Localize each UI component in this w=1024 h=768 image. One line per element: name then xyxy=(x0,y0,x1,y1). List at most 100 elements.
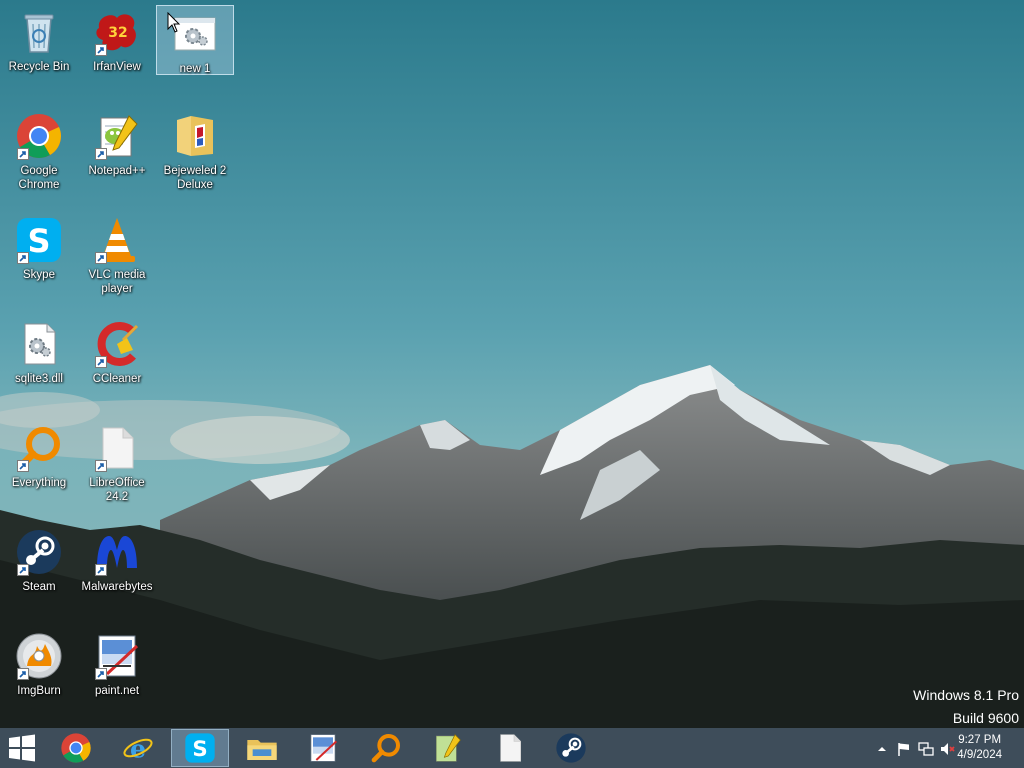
desktop-icon-imgburn[interactable]: ImgBurn xyxy=(0,628,78,728)
taskbar-libreoffice-button[interactable] xyxy=(481,729,539,767)
icon-label: Everything xyxy=(11,477,67,489)
start-button[interactable] xyxy=(0,729,44,767)
icon-label: Recycle Bin xyxy=(8,61,70,73)
everything-search-icon xyxy=(15,424,63,472)
libreoffice-icon xyxy=(500,734,521,762)
shortcut-arrow-icon xyxy=(95,460,107,472)
icon-label: Steam xyxy=(22,581,56,593)
shortcut-arrow-icon xyxy=(95,356,107,368)
clock-time: 9:27 PM xyxy=(958,734,1002,746)
desktop-icon-libreoffice[interactable]: LibreOffice 24.2 xyxy=(78,420,156,520)
clock[interactable]: 9:27 PM 4/9/2024 xyxy=(957,733,1002,763)
icon-label: Malwarebytes xyxy=(81,581,153,593)
network-button[interactable] xyxy=(918,741,934,757)
desktop-icon-vlc[interactable]: VLC media player xyxy=(78,212,156,312)
taskbar-file-explorer-button[interactable] xyxy=(233,729,291,767)
chrome-icon xyxy=(61,733,91,763)
watermark-os: Windows 8.1 Pro xyxy=(913,687,1019,703)
icon-label: LibreOffice 24.2 xyxy=(89,477,145,503)
shortcut-arrow-icon xyxy=(17,148,29,160)
vlc-icon xyxy=(93,216,141,264)
icon-label: CCleaner xyxy=(92,373,142,385)
steam-icon xyxy=(15,528,63,576)
taskbar-paintnet-button[interactable] xyxy=(294,729,352,767)
desktop-icon-malwarebytes[interactable]: Malwarebytes xyxy=(78,524,156,624)
taskbar: e S 9:27 PM 4/9/2024 xyxy=(0,728,1024,768)
ccleaner-icon xyxy=(93,320,141,368)
windows-logo-icon xyxy=(9,734,35,762)
shortcut-arrow-icon xyxy=(95,564,107,576)
desktop-icon-irfanview[interactable]: 32 IrfanView xyxy=(78,4,156,104)
paintnet-icon xyxy=(310,734,338,762)
desktop-icon-everything[interactable]: Everything xyxy=(0,420,78,520)
notepadpp-icon xyxy=(436,734,461,762)
taskbar-internet-explorer-button[interactable]: e xyxy=(109,729,167,767)
chrome-icon xyxy=(15,112,63,160)
ie-icon: e xyxy=(123,733,153,763)
system-tray: 9:27 PM 4/9/2024 xyxy=(844,728,1024,768)
folder-icon xyxy=(247,740,277,760)
taskbar-steam-button[interactable] xyxy=(542,729,600,767)
icon-label: Skype xyxy=(23,269,55,281)
desktop-icon-bejeweled[interactable]: Bejeweled 2 Deluxe xyxy=(156,108,234,208)
action-center-button[interactable] xyxy=(896,741,912,757)
imgburn-icon xyxy=(15,632,63,680)
shortcut-arrow-icon xyxy=(17,564,29,576)
skype-icon: S xyxy=(185,733,215,763)
chevron-up-icon xyxy=(878,747,886,751)
desktop-icon-notepadpp[interactable]: Notepad++ xyxy=(78,108,156,208)
watermark-build: Build 9600 xyxy=(952,710,1019,726)
icon-label: ImgBurn xyxy=(17,685,61,697)
malwarebytes-icon xyxy=(93,528,141,576)
mouse-cursor-icon xyxy=(167,12,181,33)
icon-label: Bejeweled 2 Deluxe xyxy=(163,165,227,191)
desktop-icon-paintnet[interactable]: paint.net xyxy=(78,628,156,728)
desktop-icon-steam[interactable]: Steam xyxy=(0,524,78,624)
paintnet-icon xyxy=(93,632,141,680)
svg-text:e: e xyxy=(130,733,146,763)
irfanview-badge: 32 xyxy=(108,25,127,41)
irfanview-icon: 32 xyxy=(93,8,141,56)
taskbar-skype-button[interactable]: S xyxy=(171,729,229,767)
volume-button[interactable] xyxy=(940,741,956,757)
libreoffice-icon xyxy=(93,424,141,472)
notepadpp-icon xyxy=(93,112,141,160)
volume-muted-icon xyxy=(941,743,955,755)
shortcut-arrow-icon xyxy=(17,460,29,472)
svg-text:S: S xyxy=(192,737,207,762)
icon-label: Google Chrome xyxy=(18,165,60,191)
svg-text:S: S xyxy=(27,222,50,260)
taskbar-chrome-button[interactable] xyxy=(47,729,105,767)
shortcut-arrow-icon xyxy=(95,668,107,680)
folder-icon xyxy=(171,112,219,160)
desktop-icon-sqlite3-dll[interactable]: sqlite3.dll xyxy=(0,316,78,416)
icon-label: sqlite3.dll xyxy=(15,373,63,385)
shortcut-arrow-icon xyxy=(17,252,29,264)
shortcut-arrow-icon xyxy=(95,252,107,264)
flag-icon xyxy=(898,743,909,756)
icon-label: VLC media player xyxy=(88,269,146,295)
windows-version-watermark: Windows 8.1 Pro Build 9600 xyxy=(913,684,1019,728)
desktop[interactable]: Recycle Bin 32 IrfanView new 1 Google Ch… xyxy=(0,0,1024,728)
icon-label: IrfanView xyxy=(93,61,141,73)
dll-file-icon xyxy=(15,320,63,368)
taskbar-everything-button[interactable] xyxy=(357,729,415,767)
clock-date: 4/9/2024 xyxy=(957,749,1002,761)
shortcut-arrow-icon xyxy=(17,668,29,680)
icon-label: new 1 xyxy=(179,63,211,75)
shortcut-arrow-icon xyxy=(95,148,107,160)
desktop-icon-google-chrome[interactable]: Google Chrome xyxy=(0,108,78,208)
taskbar-notepadpp-button[interactable] xyxy=(418,729,476,767)
network-icon xyxy=(918,742,934,756)
show-hidden-icons-button[interactable] xyxy=(874,741,890,757)
recycle-bin-icon xyxy=(15,8,63,56)
shortcut-arrow-icon xyxy=(95,44,107,56)
desktop-icon-recycle-bin[interactable]: Recycle Bin xyxy=(0,4,78,104)
icon-label: Notepad++ xyxy=(88,165,146,177)
skype-icon: S xyxy=(15,216,63,264)
desktop-icon-ccleaner[interactable]: CCleaner xyxy=(78,316,156,416)
steam-icon xyxy=(556,733,586,763)
desktop-icon-skype[interactable]: S Skype xyxy=(0,212,78,312)
everything-search-icon xyxy=(371,734,400,763)
icon-label: paint.net xyxy=(94,685,140,697)
